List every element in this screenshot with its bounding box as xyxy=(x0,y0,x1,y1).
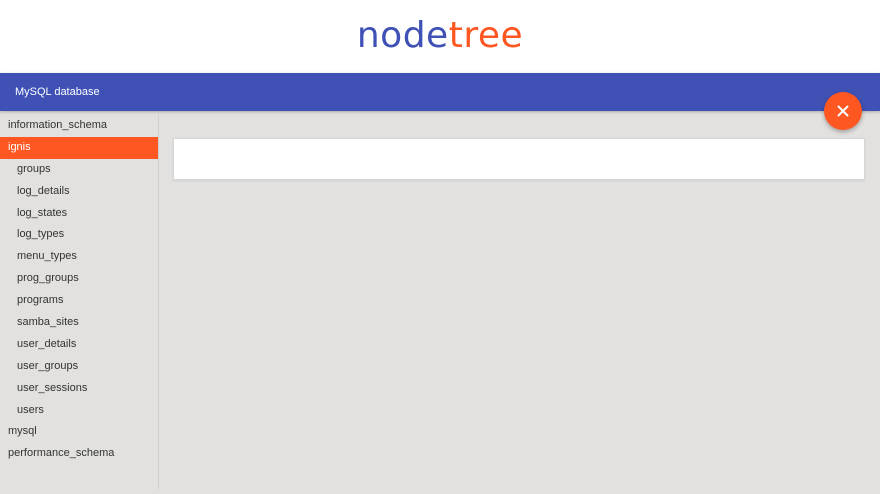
logo-part-tree: tree xyxy=(448,15,524,56)
tree-item-user-details[interactable]: user_details xyxy=(0,334,158,356)
close-icon xyxy=(837,105,849,117)
database-tree-sidebar: information_schema ignis groups log_deta… xyxy=(0,115,159,489)
tree-item-information-schema[interactable]: information_schema xyxy=(0,115,158,137)
logo-header: nodetree xyxy=(0,0,880,73)
tree-item-mysql[interactable]: mysql xyxy=(0,421,158,443)
logo-part-node: node xyxy=(356,15,449,56)
tree-item-ignis[interactable]: ignis xyxy=(0,136,158,159)
tree-item-performance-schema[interactable]: performance_schema xyxy=(0,443,158,465)
app-bar-title: MySQL database xyxy=(15,86,100,98)
tree-item-log-types[interactable]: log_types xyxy=(0,224,158,246)
nodetree-logo: nodetree xyxy=(357,15,523,56)
close-fab-button[interactable] xyxy=(824,92,862,130)
tree-item-log-states[interactable]: log_states xyxy=(0,203,158,225)
app-bar: MySQL database xyxy=(0,73,880,111)
tree-item-groups[interactable]: groups xyxy=(0,159,158,181)
tree-item-user-groups[interactable]: user_groups xyxy=(0,356,158,378)
tree-item-user-sessions[interactable]: user_sessions xyxy=(0,378,158,400)
tree-item-menu-types[interactable]: menu_types xyxy=(0,246,158,268)
tree-item-programs[interactable]: programs xyxy=(0,290,158,312)
tree-item-prog-groups[interactable]: prog_groups xyxy=(0,268,158,290)
tree-item-samba-sites[interactable]: samba_sites xyxy=(0,312,158,334)
tree-item-log-details[interactable]: log_details xyxy=(0,181,158,203)
content-card xyxy=(173,138,865,180)
tree-item-users[interactable]: users xyxy=(0,400,158,422)
